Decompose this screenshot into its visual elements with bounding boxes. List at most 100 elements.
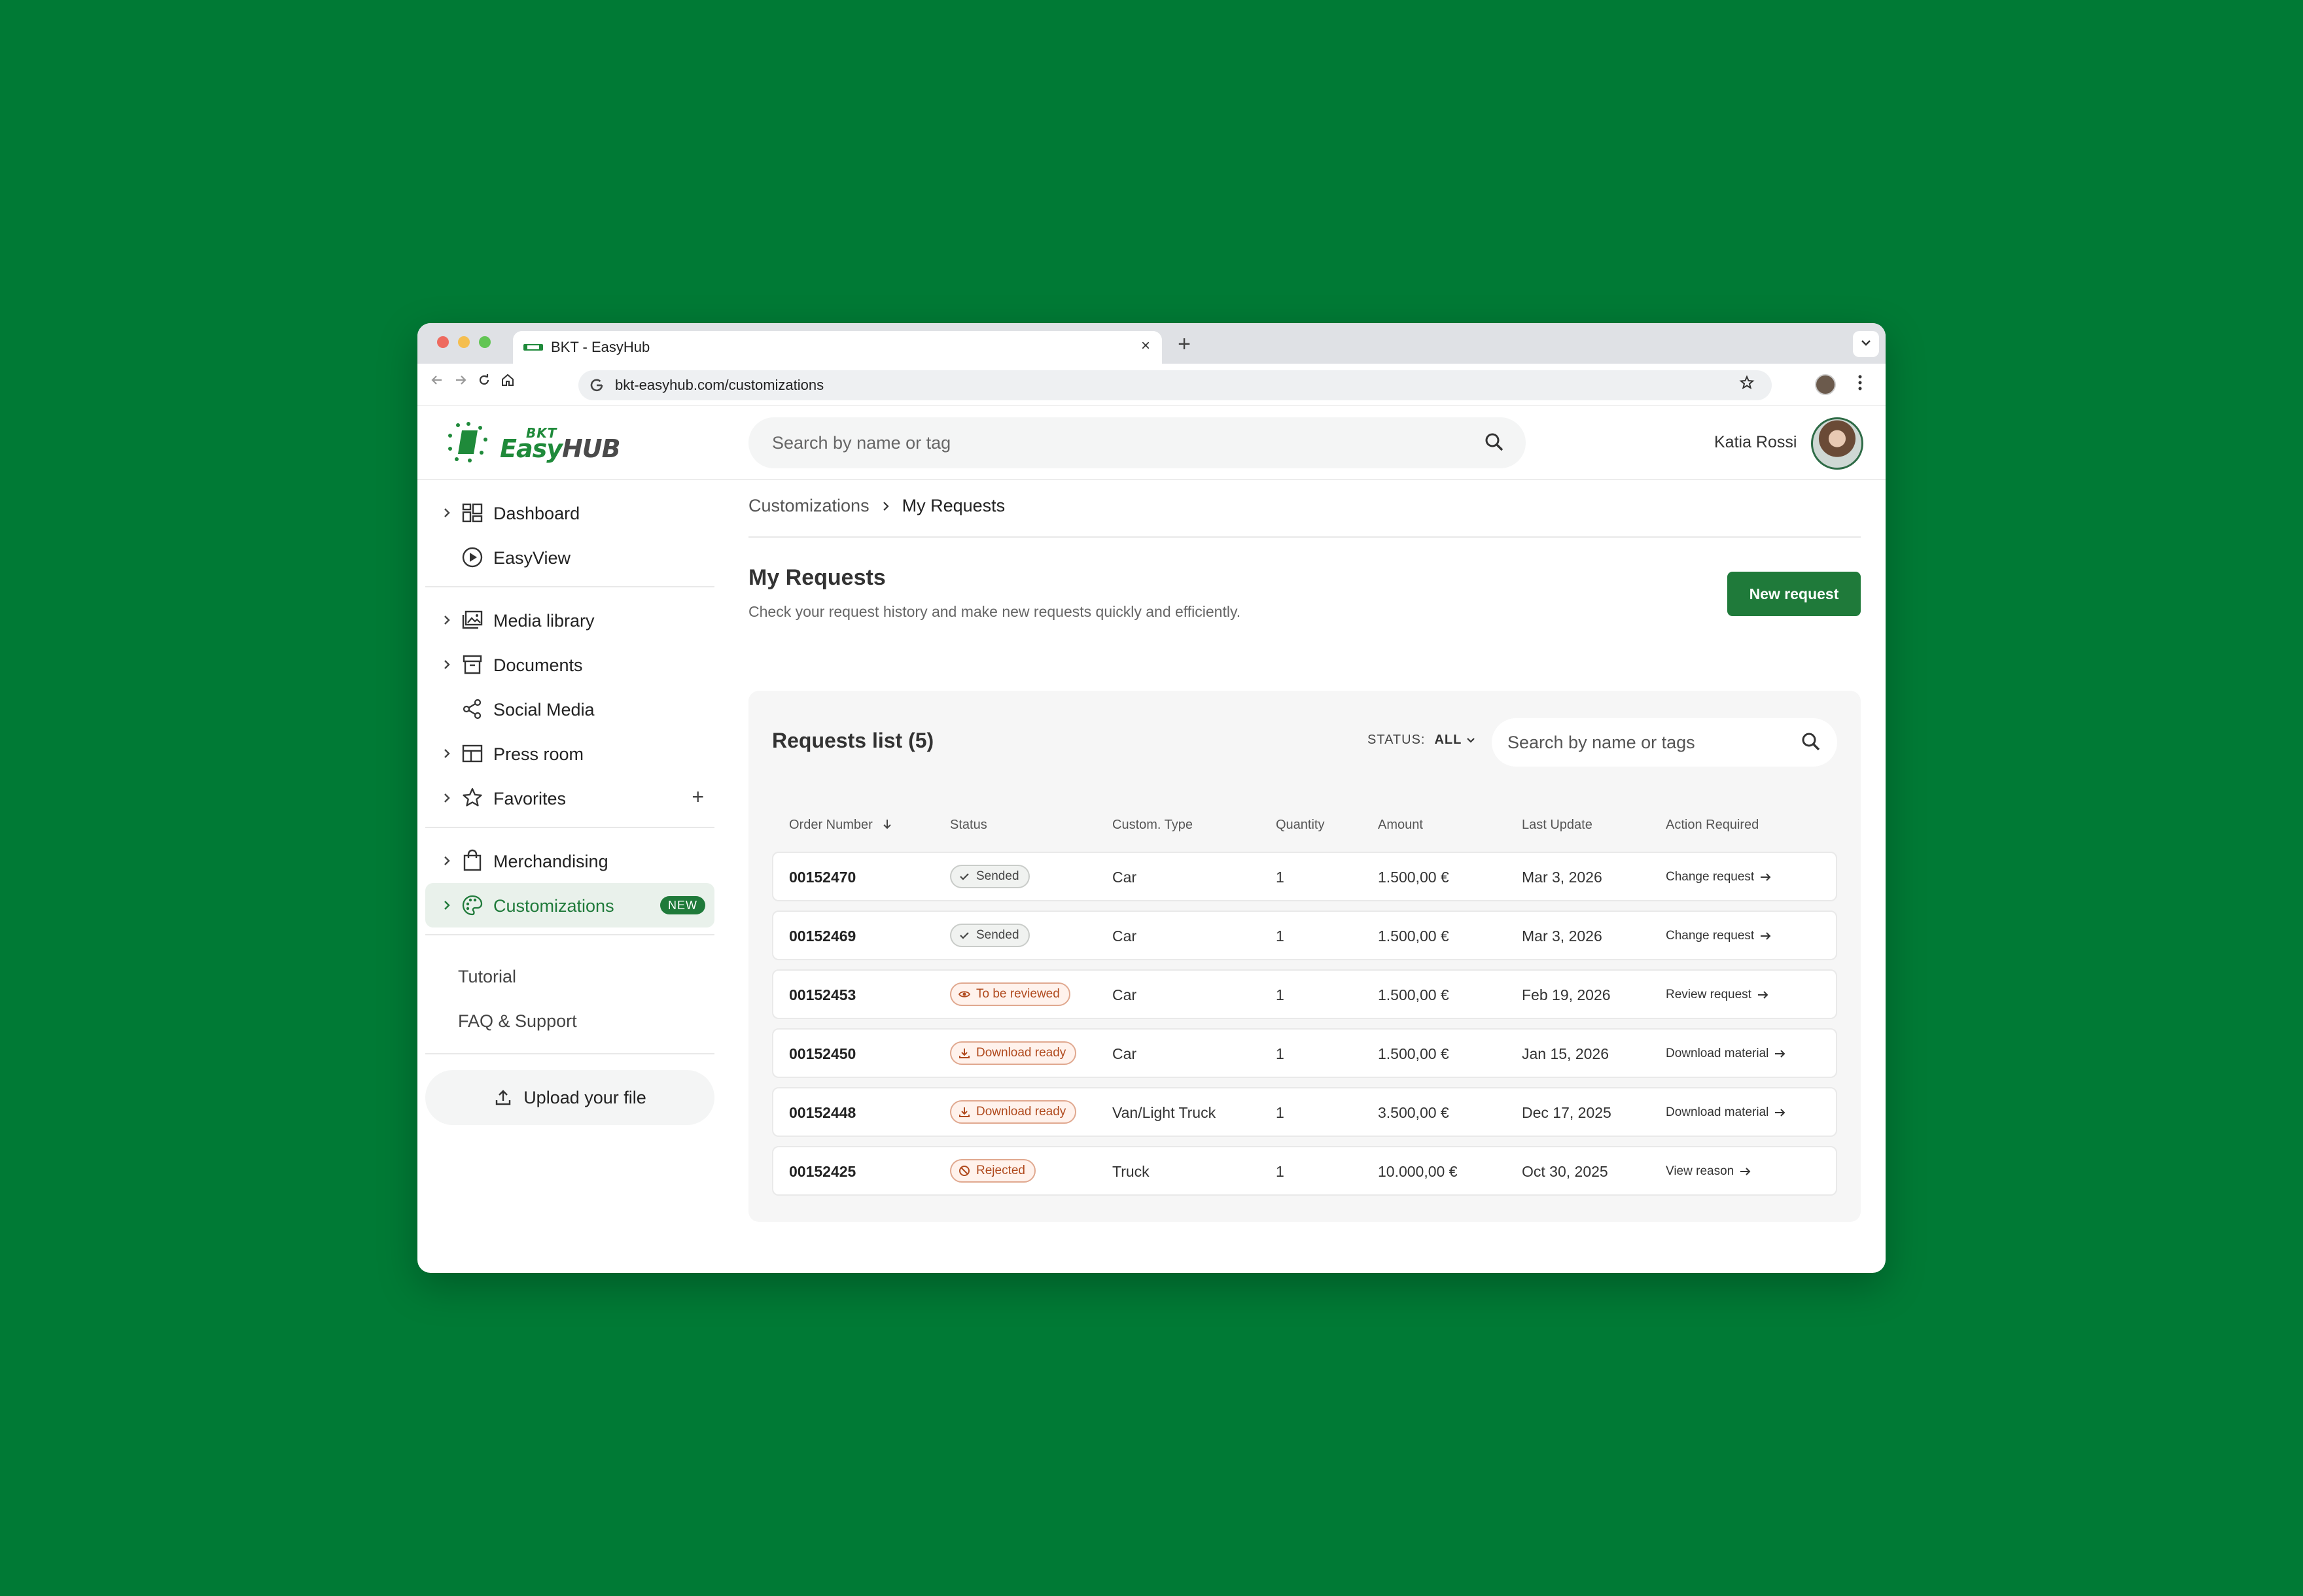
table-row[interactable]: 00152450 Download ready Car 1 1.500,00 €… <box>772 1028 1837 1078</box>
user-avatar[interactable] <box>1811 417 1863 470</box>
action-link[interactable]: Download material <box>1666 1105 1787 1120</box>
user-name[interactable]: Katia Rossi <box>1714 433 1797 452</box>
amount: 10.000,00 € <box>1378 1163 1458 1180</box>
action-label: Change request <box>1666 870 1755 884</box>
search-icon[interactable] <box>1799 730 1823 754</box>
column-header-order-number[interactable]: Order Number <box>789 818 893 833</box>
sidebar-item-label: Merchandising <box>493 852 608 871</box>
arrow-right-icon <box>1740 1168 1751 1175</box>
amount: 3.500,00 € <box>1378 1104 1449 1121</box>
logo-hub: HUB <box>562 434 621 463</box>
sidebar-item-press-room[interactable]: Press room <box>425 731 714 776</box>
profile-avatar[interactable] <box>1815 374 1836 395</box>
new-request-button[interactable]: New request <box>1727 572 1861 616</box>
star-icon <box>463 788 482 807</box>
address-bar[interactable]: bkt-easyhub.com/customizations <box>578 370 1772 400</box>
order-number: 00152469 <box>789 928 856 945</box>
table-row[interactable]: 00152470 Sended Car 1 1.500,00 € Mar 3, … <box>772 852 1837 901</box>
table-row[interactable]: 00152469 Sended Car 1 1.500,00 € Mar 3, … <box>772 911 1837 960</box>
window-minimize-dot[interactable] <box>458 336 470 348</box>
faq-support-link[interactable]: FAQ & Support <box>458 1011 577 1032</box>
add-favorite-icon[interactable]: + <box>692 785 704 809</box>
sidebar-item-easyview[interactable]: EasyView <box>425 535 714 580</box>
status-filter[interactable]: STATUS: ALL <box>1367 733 1476 748</box>
order-number: 00152425 <box>789 1163 856 1180</box>
new-badge: NEW <box>660 896 705 914</box>
table-row[interactable]: 00152425 Rejected Truck 1 10.000,00 € Oc… <box>772 1146 1837 1196</box>
more-vertical-icon <box>1858 375 1862 390</box>
action-label: View reason <box>1666 1164 1734 1178</box>
breadcrumb-divider <box>748 536 1861 538</box>
tab-list-button[interactable] <box>1853 331 1879 357</box>
home-button[interactable] <box>496 373 519 396</box>
window-zoom-dot[interactable] <box>479 336 491 348</box>
global-search-input[interactable]: Search by name or tag <box>748 417 1526 468</box>
status-label: Download ready <box>976 1105 1066 1119</box>
quantity: 1 <box>1276 1045 1284 1062</box>
status-label: Sended <box>976 928 1019 942</box>
new-tab-button[interactable]: + <box>1170 331 1199 360</box>
chevron-right-icon <box>444 616 450 625</box>
action-label: Download material <box>1666 1105 1769 1119</box>
browser-tab[interactable]: BKT - EasyHub × <box>513 331 1162 364</box>
chevron-right-icon <box>883 501 889 511</box>
sidebar-item-documents[interactable]: Documents <box>425 642 714 687</box>
status-badge: Sended <box>950 924 1030 947</box>
column-header-last-update: Last Update <box>1522 818 1592 832</box>
sidebar-item-label: EasyView <box>493 548 571 568</box>
breadcrumb: Customizations My Requests <box>748 496 1005 516</box>
window-close-dot[interactable] <box>437 336 449 348</box>
sidebar-item-label: Press room <box>493 744 584 764</box>
sidebar-item-media-library[interactable]: Media library <box>425 598 714 642</box>
status-label: Download ready <box>976 1046 1066 1060</box>
ban-icon <box>959 1166 970 1176</box>
upload-icon <box>495 1090 511 1105</box>
table-row[interactable]: 00152448 Download ready Van/Light Truck … <box>772 1087 1837 1137</box>
status-label: Rejected <box>976 1164 1025 1177</box>
logo-easy: Easy <box>500 434 563 463</box>
sidebar-divider <box>425 586 714 587</box>
action-link[interactable]: Download material <box>1666 1047 1787 1061</box>
tab-close-icon[interactable]: × <box>1136 336 1155 356</box>
requests-search-input[interactable]: Search by name or tags <box>1492 718 1837 767</box>
forward-button[interactable] <box>449 373 472 396</box>
upload-file-button[interactable]: Upload your file <box>425 1070 714 1125</box>
breadcrumb-customizations[interactable]: Customizations <box>748 496 870 516</box>
tutorial-link[interactable]: Tutorial <box>458 967 516 987</box>
bookmark-button[interactable] <box>1736 375 1757 396</box>
sidebar-item-dashboard[interactable]: Dashboard <box>425 491 714 535</box>
sidebar-item-customizations[interactable]: Customizations NEW <box>425 883 714 928</box>
dashboard-icon <box>462 503 483 523</box>
logo-easyhub-text: EasyHUB <box>500 434 621 463</box>
table-row[interactable]: 00152453 To be reviewed Car 1 1.500,00 €… <box>772 969 1837 1019</box>
sidebar-item-merchandising[interactable]: Merchandising <box>425 839 714 883</box>
status-filter-value: ALL <box>1434 733 1462 747</box>
reload-icon <box>479 374 489 385</box>
action-link[interactable]: Change request <box>1666 870 1772 884</box>
arrow-right-icon <box>1757 991 1768 999</box>
sidebar: Dashboard EasyView Media library Documen… <box>417 481 718 1273</box>
sidebar-item-favorites[interactable]: Favorites + <box>425 776 714 820</box>
status-badge: Download ready <box>950 1041 1077 1065</box>
custom-type: Car <box>1112 986 1137 1003</box>
action-label: Review request <box>1666 988 1751 1001</box>
search-icon[interactable] <box>1483 430 1506 454</box>
share-icon <box>463 699 482 720</box>
sidebar-item-social-media[interactable]: Social Media <box>425 687 714 731</box>
quantity: 1 <box>1276 1104 1284 1121</box>
back-button[interactable] <box>425 373 449 396</box>
action-link[interactable]: Change request <box>1666 929 1772 943</box>
action-link[interactable]: View reason <box>1666 1164 1752 1179</box>
sidebar-item-label: Dashboard <box>493 504 580 523</box>
quantity: 1 <box>1276 986 1284 1003</box>
last-update: Feb 19, 2026 <box>1522 986 1611 1003</box>
easyhub-logo[interactable]: BKT EasyHUB <box>444 420 621 467</box>
last-update: Oct 30, 2025 <box>1522 1163 1608 1180</box>
custom-type: Car <box>1112 1045 1137 1062</box>
reload-button[interactable] <box>472 373 496 396</box>
action-link[interactable]: Review request <box>1666 988 1770 1002</box>
arrow-right-icon <box>1775 1109 1785 1117</box>
last-update: Mar 3, 2026 <box>1522 869 1602 886</box>
amount: 1.500,00 € <box>1378 1045 1449 1062</box>
browser-menu-button[interactable] <box>1850 373 1870 396</box>
